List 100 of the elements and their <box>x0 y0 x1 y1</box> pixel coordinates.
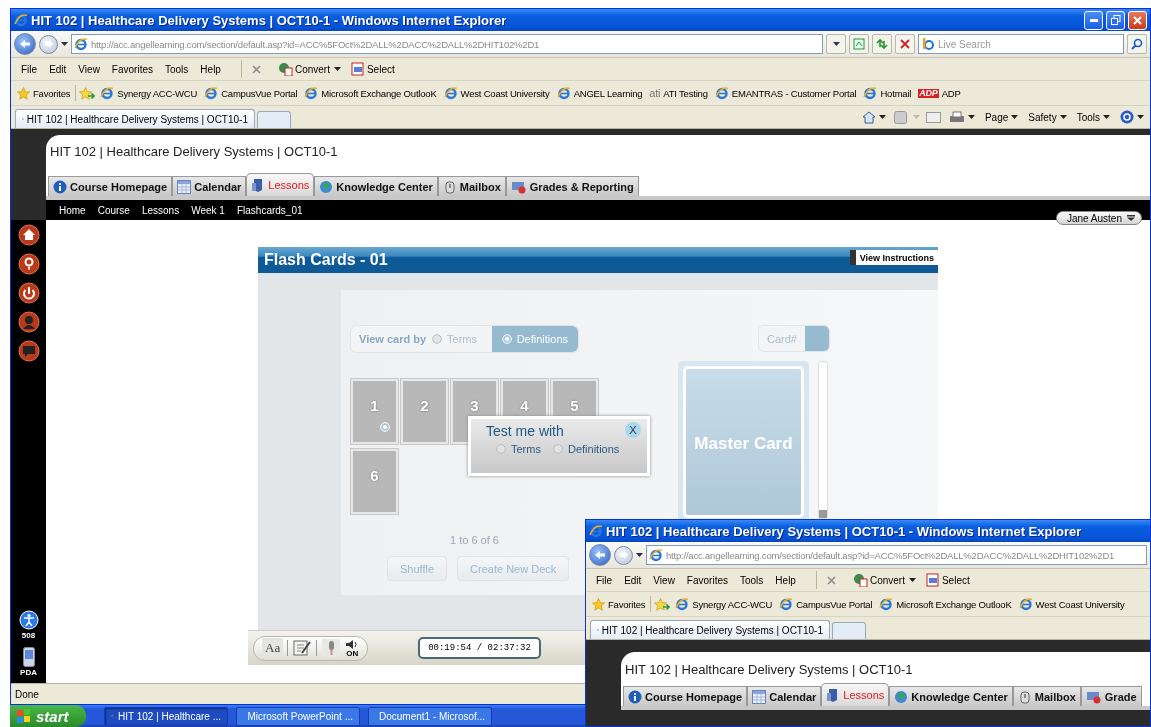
menu-item[interactable]: Edit <box>43 61 73 77</box>
help-button[interactable] <box>1118 109 1146 125</box>
test-option[interactable]: Terms <box>496 443 541 455</box>
convert-button[interactable]: Convert <box>847 571 909 589</box>
menu-item[interactable]: Help <box>769 572 802 588</box>
chat-icon[interactable] <box>17 340 40 362</box>
home-icon[interactable] <box>17 224 40 246</box>
address-field[interactable]: http://acc.angellearning.com/section/default.asp?id=ACC%5FOct%2DALL%2DACC%2DALL%2DHIT102%2D1 <box>71 34 823 54</box>
back-button[interactable] <box>589 544 611 566</box>
menu-item[interactable]: File <box>590 572 619 588</box>
refresh-button[interactable] <box>872 34 892 54</box>
menu-item[interactable]: Favorites <box>105 61 159 77</box>
favorite-link[interactable]: Synergy ACC-WCU <box>98 85 200 101</box>
radio-button[interactable] <box>496 444 506 454</box>
breadcrumb-link[interactable]: Flashcards_01 <box>230 204 309 216</box>
restore-button[interactable] <box>1106 10 1125 30</box>
stop-button[interactable] <box>895 34 915 54</box>
favorite-link[interactable]: CampusVue Portal <box>202 85 300 101</box>
command-menu[interactable]: Safety <box>1026 110 1069 124</box>
convert-button[interactable]: Convert <box>272 60 334 78</box>
search-button[interactable] <box>1127 34 1147 54</box>
test-option[interactable]: Definitions <box>552 443 620 455</box>
report-icon <box>1085 689 1102 704</box>
menu-item[interactable]: View <box>647 572 681 588</box>
favorite-link[interactable]: Synergy ACC-WCU <box>673 596 775 612</box>
page-icon <box>1018 597 1033 611</box>
favorite-link[interactable]: ati ATI Testing <box>647 86 710 100</box>
taskbar-item[interactable]: HIT 102 | Healthcare ... <box>104 706 228 726</box>
microphone-icon[interactable] <box>321 638 342 658</box>
taskbar-item[interactable]: Microsoft PowerPoint ... <box>236 706 360 726</box>
forward-button[interactable] <box>39 34 58 54</box>
favorite-link[interactable]: EMANTRAS - Customer Portal <box>712 85 859 101</box>
command-menu[interactable]: Page <box>982 110 1021 124</box>
favorite-link[interactable]: Microsoft Exchange OutlooK <box>302 85 439 101</box>
favorite-link[interactable]: Microsoft Exchange OutlooK <box>877 596 1014 612</box>
close-icon[interactable] <box>826 575 836 585</box>
select-button[interactable]: Select <box>921 571 974 589</box>
close-icon[interactable] <box>251 64 261 74</box>
course-tab[interactable]: Calendar <box>747 686 822 706</box>
address-field[interactable]: http://acc.angellearning.com/section/default.asp?id=ACC%5FOct%2DALL%2DACC%2DALL%2DHIT102%2D1 <box>646 545 1147 565</box>
mail-icon[interactable] <box>925 111 941 123</box>
radio-button[interactable] <box>432 334 443 344</box>
course-tab[interactable]: Knowledge Center <box>889 686 1013 706</box>
course-tab[interactable]: Mailbox <box>1012 686 1081 706</box>
page-icon <box>779 597 794 611</box>
favorites-button[interactable]: Favorites <box>15 85 73 101</box>
add-favorite-icon[interactable] <box>654 597 671 611</box>
menu-item[interactable]: Favorites <box>680 572 734 588</box>
minimize-button[interactable] <box>1084 10 1103 30</box>
feed-icon[interactable] <box>893 110 907 124</box>
favorite-link[interactable]: ADP ADP <box>916 86 963 100</box>
add-favorite-icon[interactable] <box>79 86 96 100</box>
course-tab[interactable]: Mailbox <box>437 176 506 196</box>
favorite-link[interactable]: West Coast University <box>1016 596 1127 612</box>
power-icon[interactable] <box>17 282 40 304</box>
forward-button[interactable] <box>614 545 633 565</box>
back-button[interactable] <box>14 33 36 55</box>
breadcrumb-link[interactable]: Home <box>53 204 92 216</box>
course-tab[interactable]: Lessons <box>246 173 315 196</box>
help-icon[interactable] <box>17 253 40 275</box>
course-tab[interactable]: Calendar <box>172 176 247 196</box>
course-tab[interactable]: Course Homepage <box>48 176 173 196</box>
course-tab[interactable]: Grade <box>1080 686 1142 706</box>
menu-item[interactable]: File <box>15 61 44 77</box>
accessibility-icon[interactable] <box>18 610 39 630</box>
breadcrumb-link[interactable]: Week 1 <box>185 204 231 216</box>
menu-item[interactable]: Help <box>194 61 227 77</box>
favorites-button[interactable]: Favorites <box>590 596 648 612</box>
audio-button[interactable]: ON <box>345 638 360 658</box>
favorite-link[interactable]: CampusVue Portal <box>777 596 875 612</box>
favorite-link[interactable]: Hotmail <box>861 85 914 101</box>
menu-item[interactable]: Tools <box>734 572 770 588</box>
close-button[interactable]: X <box>625 422 641 438</box>
browser-tab[interactable]: HIT 102 | Healthcare Delivery Systems | OCT10-1 <box>590 620 830 639</box>
dropdown-button[interactable] <box>826 34 846 54</box>
favorite-link[interactable]: ANGEL Learning <box>554 85 645 101</box>
taskbar-item[interactable]: Document1 - Microsof... <box>368 706 492 726</box>
mailbox-icon <box>442 179 457 194</box>
notes-icon[interactable] <box>292 639 313 657</box>
select-button[interactable]: Select <box>346 60 399 78</box>
browser-tab[interactable]: HIT 102 | Healthcare Delivery Systems | OCT10-1 <box>15 109 255 128</box>
handheld-device-icon[interactable] <box>22 647 35 667</box>
course-tab[interactable]: Knowledge Center <box>314 176 438 196</box>
font-size-button[interactable]: Aa <box>262 638 284 658</box>
breadcrumb-link[interactable]: Course <box>91 204 136 216</box>
breadcrumb-link[interactable]: Lessons <box>135 204 186 216</box>
scrollbar[interactable] <box>818 361 828 519</box>
course-tab[interactable]: Grades & Reporting <box>505 176 639 196</box>
command-menu[interactable]: Tools <box>1074 110 1112 124</box>
menu-item[interactable]: Edit <box>618 572 648 588</box>
person-icon[interactable] <box>17 311 40 333</box>
course-tab[interactable]: Lessons <box>821 683 890 706</box>
close-button[interactable] <box>1128 10 1147 30</box>
favorite-link[interactable]: West Coast University <box>441 85 552 101</box>
menu-item[interactable]: View <box>72 61 106 77</box>
instructions-button[interactable]: View Instructions <box>849 250 938 265</box>
course-tab[interactable]: Course Homepage <box>623 686 748 706</box>
radio-button[interactable] <box>552 444 563 454</box>
user-menu[interactable]: Jane Austen <box>1055 211 1142 225</box>
menu-item[interactable]: Tools <box>159 61 195 77</box>
